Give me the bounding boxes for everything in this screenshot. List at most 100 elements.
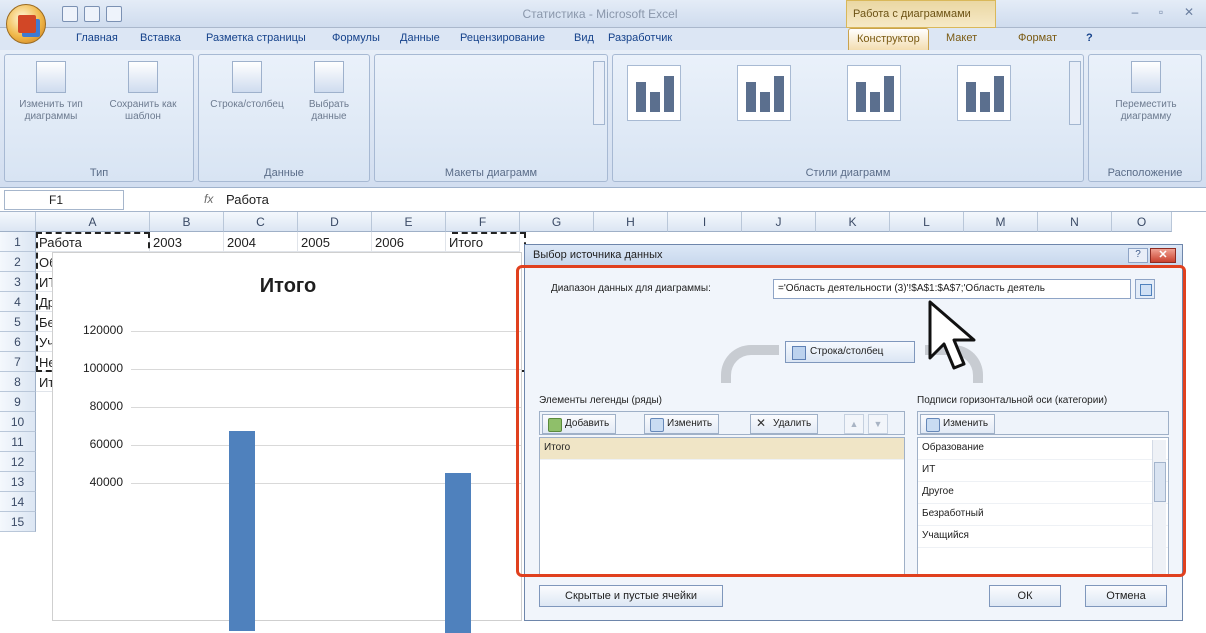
delete-series-button[interactable]: Удалить [750, 414, 819, 434]
tab-view[interactable]: Вид [574, 32, 594, 44]
style-1-icon[interactable] [627, 65, 681, 121]
select-all-corner[interactable] [0, 212, 36, 232]
save-icon[interactable] [62, 6, 78, 22]
cell[interactable]: Итого [446, 232, 520, 252]
office-button[interactable] [6, 4, 46, 44]
column-header-k[interactable]: K [816, 212, 890, 232]
row-header-5[interactable]: 5 [0, 312, 36, 332]
name-box[interactable]: F1 [4, 190, 124, 210]
scroll-thumb[interactable] [1154, 462, 1166, 502]
tab-insert[interactable]: Вставка [140, 32, 181, 44]
switch-row-column-dialog-button[interactable]: Строка/столбец [785, 341, 915, 363]
formula-input[interactable]: Работа [226, 192, 269, 207]
edit-series-button[interactable]: Изменить [644, 414, 720, 434]
tab-home[interactable]: Главная [76, 32, 118, 44]
row-header-1[interactable]: 1 [0, 232, 36, 252]
tab-page-layout[interactable]: Разметка страницы [206, 32, 306, 44]
category-item[interactable]: Другое [918, 482, 1168, 504]
column-header-d[interactable]: D [298, 212, 372, 232]
mouse-cursor-icon [928, 300, 976, 370]
move-up-icon[interactable]: ▲ [844, 414, 864, 434]
minimize-icon[interactable]: – [1124, 5, 1146, 21]
column-header-b[interactable]: B [150, 212, 224, 232]
cell[interactable]: 2005 [298, 232, 372, 252]
cell[interactable]: 2003 [150, 232, 224, 252]
style-3-icon[interactable] [847, 65, 901, 121]
tab-data[interactable]: Данные [400, 32, 440, 44]
dialog-help-icon[interactable]: ? [1128, 248, 1148, 263]
column-header-j[interactable]: J [742, 212, 816, 232]
category-item[interactable]: Образование [918, 438, 1168, 460]
row-header-14[interactable]: 14 [0, 492, 36, 512]
row-header-11[interactable]: 11 [0, 432, 36, 452]
column-header-a[interactable]: A [36, 212, 150, 232]
cell[interactable]: Работа [36, 232, 150, 252]
cancel-button[interactable]: Отмена [1085, 585, 1167, 607]
row-header-4[interactable]: 4 [0, 292, 36, 312]
redo-icon[interactable] [106, 6, 122, 22]
category-scrollbar[interactable] [1152, 440, 1166, 574]
styles-scroll[interactable] [1069, 61, 1081, 125]
save-template-button[interactable]: Сохранить как шаблон [101, 61, 185, 123]
column-header-h[interactable]: H [594, 212, 668, 232]
row-header-13[interactable]: 13 [0, 472, 36, 492]
switch-row-column-button[interactable]: Строка/столбец [205, 61, 289, 111]
bar-not-specified[interactable] [445, 473, 471, 633]
chart-title[interactable]: Итого [53, 275, 523, 298]
bar-it[interactable] [229, 431, 255, 631]
function-icon[interactable]: fx [204, 192, 213, 206]
help-icon[interactable]: ? [1086, 32, 1093, 44]
cell[interactable]: 2006 [372, 232, 446, 252]
cell[interactable]: 2004 [224, 232, 298, 252]
tab-format[interactable]: Формат [1018, 32, 1057, 44]
row-header-7[interactable]: 7 [0, 352, 36, 372]
tab-layout[interactable]: Макет [946, 32, 977, 44]
ribbon: Изменить тип диаграммы Сохранить как шаб… [0, 50, 1206, 188]
row-header-12[interactable]: 12 [0, 452, 36, 472]
column-header-f[interactable]: F [446, 212, 520, 232]
row-header-8[interactable]: 8 [0, 372, 36, 392]
series-item[interactable]: Итого [540, 438, 904, 460]
move-chart-button[interactable]: Переместить диаграмму [1099, 61, 1193, 123]
column-header-l[interactable]: L [890, 212, 964, 232]
category-item[interactable]: Учащийся [918, 526, 1168, 548]
style-4-icon[interactable] [957, 65, 1011, 121]
column-header-e[interactable]: E [372, 212, 446, 232]
row-header-15[interactable]: 15 [0, 512, 36, 532]
change-chart-type-button[interactable]: Изменить тип диаграммы [11, 61, 91, 123]
row-header-9[interactable]: 9 [0, 392, 36, 412]
restore-icon[interactable]: ▫ [1150, 5, 1172, 21]
chart-range-input[interactable]: ='Область деятельности (3)'!$A$1:$A$7;'О… [773, 279, 1131, 299]
layouts-scroll[interactable] [593, 61, 605, 125]
category-item[interactable]: Безработный [918, 504, 1168, 526]
row-header-2[interactable]: 2 [0, 252, 36, 272]
add-series-button[interactable]: Добавить [542, 414, 617, 434]
row-header-6[interactable]: 6 [0, 332, 36, 352]
column-header-m[interactable]: M [964, 212, 1038, 232]
column-header-c[interactable]: C [224, 212, 298, 232]
tab-formulas[interactable]: Формулы [332, 32, 380, 44]
style-2-icon[interactable] [737, 65, 791, 121]
category-item[interactable]: ИТ [918, 460, 1168, 482]
category-list[interactable]: Образование ИТ Другое Безработный Учащий… [917, 437, 1169, 577]
select-data-button[interactable]: Выбрать данные [291, 61, 367, 123]
chart[interactable]: Итого 120000 100000 80000 60000 40000 [52, 252, 523, 633]
row-header-10[interactable]: 10 [0, 412, 36, 432]
column-header-g[interactable]: G [520, 212, 594, 232]
edit-axis-button[interactable]: Изменить [920, 414, 996, 434]
tab-developer[interactable]: Разработчик [608, 32, 672, 44]
undo-icon[interactable] [84, 6, 100, 22]
column-header-i[interactable]: I [668, 212, 742, 232]
hidden-cells-button[interactable]: Скрытые и пустые ячейки [539, 585, 723, 607]
row-header-3[interactable]: 3 [0, 272, 36, 292]
close-icon[interactable]: ✕ [1178, 5, 1200, 21]
column-header-o[interactable]: O [1112, 212, 1172, 232]
ok-button[interactable]: ОК [989, 585, 1061, 607]
move-down-icon[interactable]: ▼ [868, 414, 888, 434]
column-header-n[interactable]: N [1038, 212, 1112, 232]
collapse-dialog-icon[interactable] [1135, 279, 1155, 299]
dialog-close-icon[interactable]: ✕ [1150, 248, 1176, 263]
series-list[interactable]: Итого [539, 437, 905, 577]
tab-design[interactable]: Конструктор [848, 28, 929, 50]
tab-review[interactable]: Рецензирование [460, 32, 545, 44]
